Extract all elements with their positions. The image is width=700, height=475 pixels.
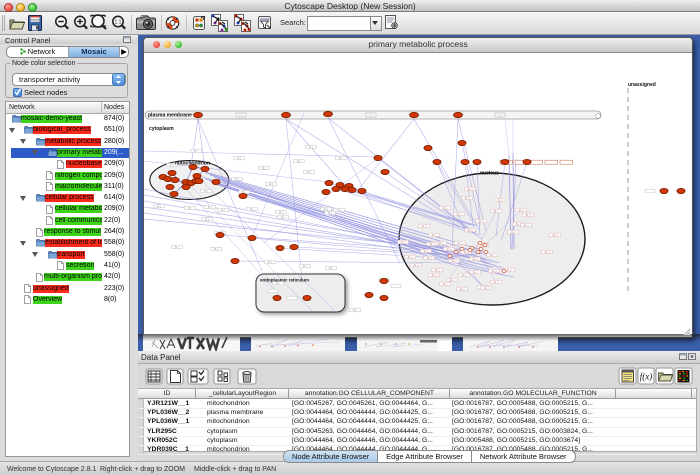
- svg-text:[G..]: [G..]: [479, 220, 484, 223]
- svg-text:[G..]: [G..]: [457, 213, 462, 216]
- svg-text:[S..]: [S..]: [307, 171, 312, 174]
- svg-text:[S..]: [S..]: [214, 248, 219, 251]
- svg-text:[S..]: [S..]: [324, 208, 329, 211]
- svg-text:[G..]: [G..]: [494, 210, 499, 213]
- svg-text:[G..]: [G..]: [484, 287, 489, 290]
- svg-text:[G..]: [G..]: [511, 231, 516, 234]
- svg-text:[S..]: [S..]: [237, 157, 242, 160]
- svg-text:[G..]: [G..]: [492, 270, 497, 273]
- svg-text:[G..]: [G..]: [490, 254, 495, 257]
- svg-text:[G..]: [G..]: [430, 243, 435, 246]
- svg-text:[G..]: [G..]: [447, 248, 452, 251]
- svg-text:[G..]: [G..]: [439, 242, 444, 245]
- svg-text:[S..]: [S..]: [297, 160, 302, 163]
- svg-text:[G..]: [G..]: [498, 199, 503, 202]
- svg-text:[G..]: [G..]: [401, 241, 406, 244]
- svg-text:[..]: [..]: [499, 114, 502, 117]
- svg-text:[S..]: [S..]: [337, 209, 342, 212]
- svg-text:[G..]: [G..]: [524, 224, 529, 227]
- svg-text:[G..]: [G..]: [458, 242, 463, 245]
- svg-text:[G..]: [G..]: [516, 223, 521, 226]
- svg-text:mitochondrion: mitochondrion: [175, 161, 210, 167]
- svg-text:plasma membrane: plasma membrane: [148, 113, 192, 119]
- svg-text:[G..]: [G..]: [468, 188, 473, 191]
- svg-text:[S..]: [S..]: [194, 150, 199, 153]
- svg-text:unassigned: unassigned: [628, 82, 656, 88]
- svg-text:[S..]: [S..]: [205, 218, 210, 221]
- svg-text:[S..]: [S..]: [353, 309, 358, 312]
- svg-text:[G..]: [G..]: [450, 279, 455, 282]
- svg-text:[..]: [..]: [240, 114, 243, 117]
- svg-text:[G..]: [G..]: [408, 256, 413, 259]
- svg-text:[S..]: [S..]: [262, 167, 267, 170]
- svg-text:nucleus: nucleus: [480, 171, 499, 177]
- svg-text:[G..]: [G..]: [545, 251, 550, 254]
- svg-text:[S..]: [S..]: [208, 206, 213, 209]
- svg-text:[G..]: [G..]: [473, 271, 478, 274]
- svg-text:[G..]: [G..]: [424, 250, 429, 253]
- svg-text:[S..]: [S..]: [157, 205, 162, 208]
- svg-text:[S..]: [S..]: [175, 246, 180, 249]
- svg-text:f(x): f(x): [640, 372, 653, 382]
- svg-text:[G..]: [G..]: [432, 234, 437, 237]
- svg-text:[G..]: [G..]: [435, 269, 440, 272]
- svg-text:[G..]: [G..]: [443, 283, 448, 286]
- svg-text:[S..]: [S..]: [250, 208, 255, 211]
- svg-text:[G..]: [G..]: [465, 197, 470, 200]
- svg-text:[G..]: [G..]: [464, 251, 469, 254]
- svg-text:[S..]: [S..]: [269, 183, 274, 186]
- svg-text:[S..]: [S..]: [303, 265, 308, 268]
- svg-text:[S..]: [S..]: [276, 282, 281, 285]
- svg-text:[G..]: [G..]: [460, 288, 465, 291]
- svg-text:[G..]: [G..]: [468, 229, 473, 232]
- svg-text:[S..]: [S..]: [204, 190, 209, 193]
- svg-text:[S..]: [S..]: [268, 261, 273, 264]
- svg-text:[S..]: [S..]: [281, 216, 286, 219]
- svg-text:[S..]: [S..]: [235, 178, 240, 181]
- svg-text:[S..]: [S..]: [329, 267, 334, 270]
- svg-text:endoplasmic reticulum: endoplasmic reticulum: [260, 278, 309, 283]
- svg-text:[G..]: [G..]: [427, 257, 432, 260]
- svg-text:[S..]: [S..]: [188, 207, 193, 210]
- svg-text:[G..]: [G..]: [422, 225, 427, 228]
- svg-text:[S..]: [S..]: [221, 209, 226, 212]
- svg-text:[G..]: [G..]: [526, 214, 531, 217]
- svg-text:[G..]: [G..]: [553, 234, 558, 237]
- svg-text:1:1: 1:1: [115, 20, 122, 26]
- svg-text:[S..]: [S..]: [339, 157, 344, 160]
- svg-text:[G..]: [G..]: [443, 207, 448, 210]
- svg-text:cytoplasm: cytoplasm: [149, 126, 174, 132]
- svg-text:[G..]: [G..]: [414, 264, 419, 267]
- svg-text:[S..]: [S..]: [328, 212, 333, 215]
- svg-text:[S..]: [S..]: [309, 146, 314, 149]
- svg-text:[S..]: [S..]: [279, 211, 284, 214]
- svg-text:[S..]: [S..]: [170, 164, 175, 167]
- svg-text:[G..]: [G..]: [432, 274, 437, 277]
- svg-text:[G..]: [G..]: [462, 274, 467, 277]
- svg-text:[..]: [..]: [370, 114, 373, 117]
- svg-text:[G..]: [G..]: [519, 209, 524, 212]
- svg-text:[G..]: [G..]: [494, 281, 499, 284]
- svg-text:[G..]: [G..]: [452, 260, 457, 263]
- svg-text:[G..]: [G..]: [507, 269, 512, 272]
- svg-text:[G..]: [G..]: [473, 258, 478, 261]
